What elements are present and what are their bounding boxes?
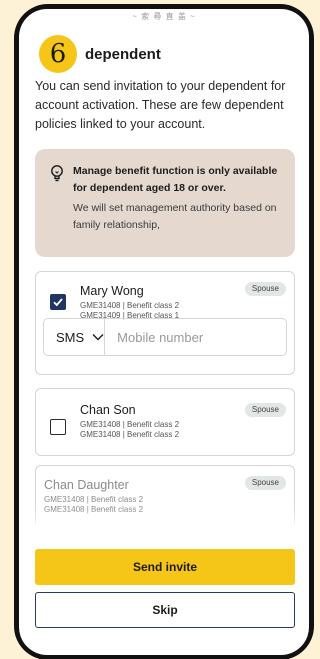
faded-header-text: ~ 索 尋 直 盖 ~ bbox=[132, 12, 196, 21]
notice-row: Manage benefit function is only availabl… bbox=[49, 163, 283, 197]
notice-body: We will set management authority based o… bbox=[73, 202, 277, 231]
dependent-card-mary-wong[interactable]: Mary Wong Spouse GME31408 | Benefit clas… bbox=[35, 271, 295, 375]
skip-button[interactable]: Skip bbox=[35, 592, 295, 628]
notice-heading: Manage benefit function is only availabl… bbox=[73, 165, 278, 194]
dependent-name: Mary Wong bbox=[80, 284, 144, 298]
step-number-badge: 6 bbox=[39, 35, 77, 73]
lightbulb-icon bbox=[51, 165, 63, 182]
dependent-card-chan-son[interactable]: Chan Son Spouse GME31408 | Benefit class… bbox=[35, 388, 295, 456]
dependent-policy-1: GME31408 | Benefit class 2 bbox=[80, 301, 180, 310]
dependent-policy-1: GME31408 | Benefit class 2 bbox=[80, 420, 180, 429]
dependent-name: Chan Son bbox=[80, 403, 136, 417]
send-invite-button[interactable]: Send invite bbox=[35, 549, 295, 585]
relation-badge: Spouse bbox=[244, 282, 286, 296]
chevron-down-icon bbox=[92, 334, 104, 341]
page-title: dependent bbox=[85, 45, 161, 63]
info-notice: Manage benefit function is only availabl… bbox=[35, 149, 295, 257]
relation-badge: Spouse bbox=[244, 476, 286, 490]
app-screen: ~ 索 尋 直 盖 ~ 6 dependent You can send inv… bbox=[19, 9, 309, 655]
relation-badge: Spouse bbox=[244, 403, 286, 417]
contact-method-select[interactable]: SMS bbox=[44, 319, 106, 355]
scroll-fade-overlay bbox=[19, 509, 309, 529]
contact-row: SMS bbox=[43, 318, 294, 356]
dependent-name: Chan Daughter bbox=[44, 478, 129, 492]
dependent-policy-1: GME31408 | Benefit class 2 bbox=[44, 495, 144, 504]
mobile-number-input[interactable] bbox=[105, 319, 294, 355]
intro-text: You can send invitation to your dependen… bbox=[35, 79, 286, 131]
dependent-checkbox[interactable] bbox=[50, 294, 66, 310]
dependent-checkbox[interactable] bbox=[50, 419, 66, 435]
phone-frame: ~ 索 尋 直 盖 ~ 6 dependent You can send inv… bbox=[14, 4, 314, 659]
check-icon bbox=[53, 298, 63, 307]
title-row: 6 dependent bbox=[39, 35, 161, 73]
contact-method-value: SMS bbox=[56, 329, 85, 345]
dependent-policy-2: GME31408 | Benefit class 2 bbox=[80, 430, 180, 439]
